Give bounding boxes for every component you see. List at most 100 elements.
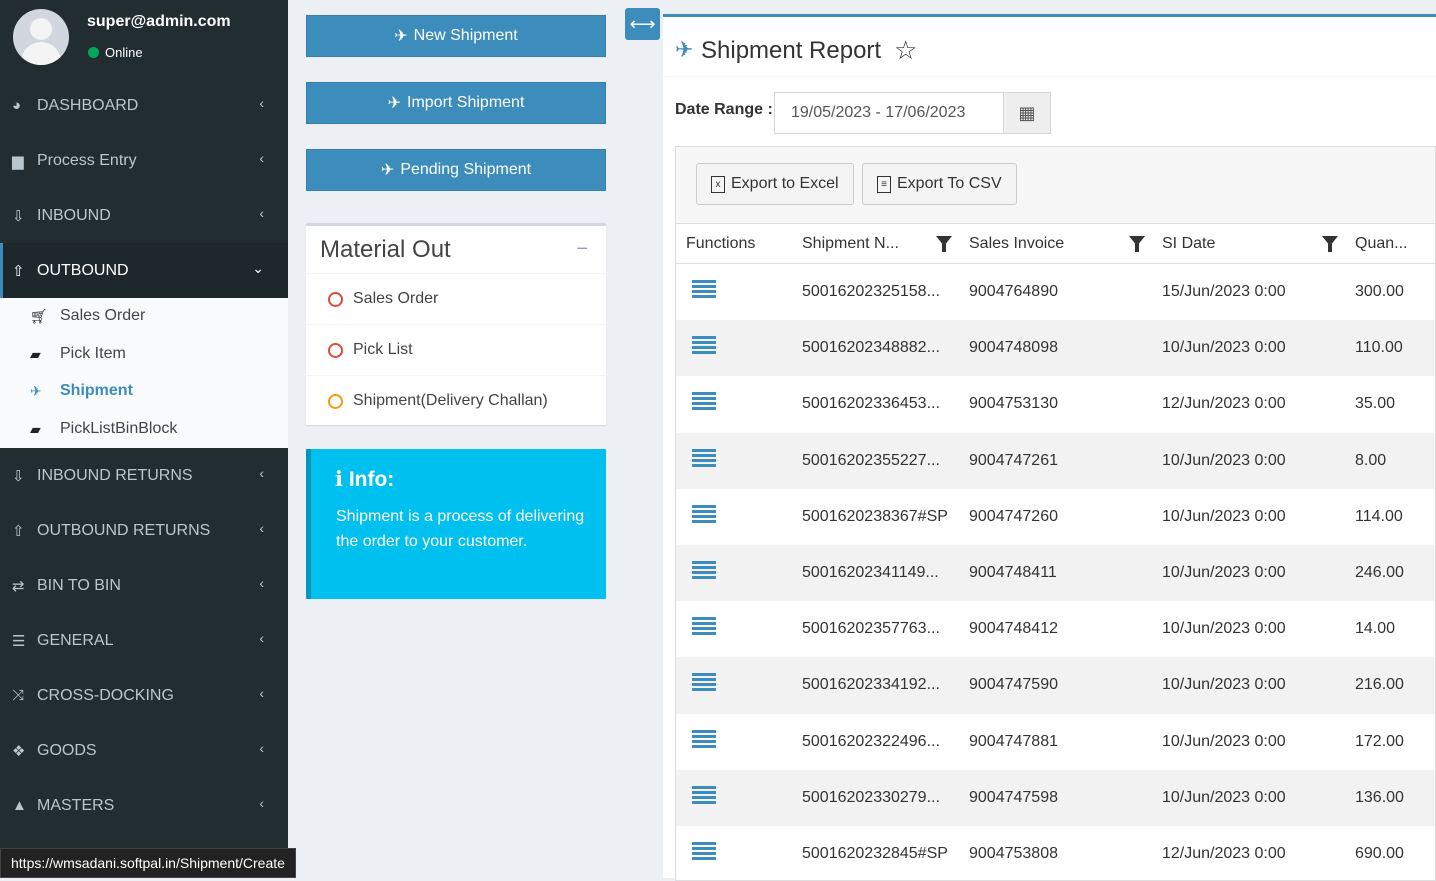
pie-chart-icon: ◕: [12, 97, 22, 114]
sidebar-item-outbound[interactable]: ⇧ OUTBOUND ⌄: [0, 243, 288, 298]
sidebar-item-inbound[interactable]: ⇩ INBOUND ‹: [0, 188, 288, 243]
cell-shipment-no: 50016202322496...: [802, 732, 940, 750]
chevron-left-icon: ‹: [259, 520, 264, 536]
new-shipment-button[interactable]: ✈ New Shipment: [306, 15, 606, 57]
table-row[interactable]: 5001620232845#SP 9004753808 12/Jun/2023 …: [676, 826, 1435, 880]
table-row[interactable]: 50016202336453... 9004753130 12/Jun/2023…: [676, 376, 1435, 432]
import-shipment-button[interactable]: ✈ Import Shipment: [306, 82, 606, 124]
info-callout: ℹ Info: Shipment is a process of deliver…: [306, 449, 606, 599]
plane-icon: ✈: [30, 382, 42, 399]
list-menu-icon[interactable]: [692, 729, 716, 750]
info-title: ℹ Info:: [335, 468, 395, 491]
info-icon: ℹ: [335, 468, 343, 491]
chevron-left-icon: ‹: [259, 740, 264, 756]
list-menu-icon[interactable]: [692, 785, 716, 806]
submenu-item-shipment[interactable]: ✈ Shipment: [30, 373, 133, 409]
sidebar-item-label: GENERAL: [37, 631, 114, 649]
link-sales-order[interactable]: Sales Order: [328, 290, 438, 308]
collapse-icon[interactable]: −: [576, 238, 588, 261]
plane-icon: ✈: [675, 37, 694, 62]
avatar[interactable]: [13, 9, 69, 65]
cell-shipment-no: 5001620238367#SP: [802, 507, 948, 525]
pending-shipment-button[interactable]: ✈ Pending Shipment: [306, 149, 606, 191]
submenu-item-sales-order[interactable]: 🛒︎ Sales Order: [30, 298, 145, 334]
list-menu-icon[interactable]: [692, 336, 716, 356]
star-icon[interactable]: ☆: [894, 35, 917, 66]
link-pick-list[interactable]: Pick List: [328, 341, 413, 359]
sidebar-item-general[interactable]: ☰ GENERAL ‹: [0, 613, 288, 668]
list-menu-icon[interactable]: [692, 617, 716, 637]
sidebar-item-inbound-returns[interactable]: ⇩ INBOUND RETURNS ‹: [0, 448, 288, 503]
sidebar-item-goods[interactable]: ❖ GOODS ‹: [0, 723, 288, 778]
import-shipment-label: Import Shipment: [407, 94, 525, 111]
chevron-left-icon: ‹: [259, 95, 264, 111]
chevron-left-icon: ‹: [259, 685, 264, 701]
list-menu-icon[interactable]: [692, 392, 716, 412]
circle-icon: [328, 342, 343, 358]
link-shipment-delivery-challan[interactable]: Shipment(Delivery Challan): [328, 392, 548, 410]
export-excel-button[interactable]: x Export to Excel: [696, 163, 854, 205]
file-text-icon: ≡: [877, 175, 891, 193]
list-menu-icon[interactable]: [692, 280, 716, 300]
download-icon: ⇩: [12, 207, 25, 225]
table-row[interactable]: 50016202341149... 9004748411 10/Jun/2023…: [676, 544, 1435, 602]
exchange-icon: ⇄: [12, 577, 25, 595]
submenu-item-pick-item[interactable]: ▰ Pick Item: [30, 336, 126, 372]
column-header-quantity[interactable]: Quan...: [1355, 235, 1407, 253]
list-menu-icon[interactable]: [692, 673, 716, 693]
cell-sales-invoice: 9004753130: [969, 395, 1058, 413]
cell-sales-invoice: 9004747590: [969, 676, 1058, 694]
list-menu-icon[interactable]: [692, 448, 716, 469]
export-csv-button[interactable]: ≡ Export To CSV: [862, 163, 1017, 205]
sidebar-item-label: INBOUND: [37, 206, 111, 224]
cell-si-date: 10/Jun/2023 0:00: [1162, 620, 1286, 638]
table-row[interactable]: 50016202348882... 9004748098 10/Jun/2023…: [676, 320, 1435, 377]
chevron-left-icon: ‹: [259, 205, 264, 221]
plane-icon: ✈: [380, 162, 395, 179]
table-row[interactable]: 50016202330279... 9004747598 10/Jun/2023…: [676, 769, 1435, 826]
list-icon: ☰: [12, 632, 26, 650]
column-header-sales-invoice[interactable]: Sales Invoice: [969, 235, 1064, 253]
cell-shipment-no: 50016202325158...: [802, 283, 940, 300]
filter-icon[interactable]: [1322, 236, 1338, 252]
table-row[interactable]: 50016202357763... 9004748412 10/Jun/2023…: [676, 601, 1435, 657]
report-header: ✈ Shipment Report ☆: [663, 17, 1436, 77]
sidebar-item-masters[interactable]: ▲ MASTERS ‹: [0, 778, 288, 833]
column-header-si-date[interactable]: SI Date: [1162, 235, 1215, 253]
link-label: Pick List: [353, 341, 413, 358]
date-range-input[interactable]: 19/05/2023 - 17/06/2023: [774, 92, 1004, 134]
online-dot-icon: [88, 47, 99, 58]
sidebar-item-process-entry[interactable]: ▆ Process Entry ‹: [0, 133, 288, 188]
cell-quantity: 110.00: [1355, 339, 1403, 357]
pending-shipment-label: Pending Shipment: [400, 161, 532, 178]
submenu-item-picklistbinblock[interactable]: ▰ PickListBinBlock: [30, 411, 177, 447]
list-menu-icon[interactable]: [692, 504, 716, 525]
cell-si-date: 12/Jun/2023 0:00: [1162, 844, 1286, 862]
cell-shipment-no: 50016202357763...: [802, 620, 940, 638]
table-row[interactable]: 50016202322496... 9004747881 10/Jun/2023…: [676, 714, 1435, 770]
filter-icon[interactable]: [1129, 236, 1145, 252]
filter-icon[interactable]: [936, 236, 952, 252]
arrows-horizontal-icon: ⟷: [629, 13, 656, 34]
cell-quantity: 690.00: [1355, 844, 1404, 862]
table-row[interactable]: 5001620238367#SP 9004747260 10/Jun/2023 …: [676, 489, 1435, 545]
list-menu-icon[interactable]: [692, 841, 716, 862]
chevron-left-icon: ‹: [259, 150, 264, 166]
list-menu-icon[interactable]: [692, 560, 716, 581]
column-header-shipment-no[interactable]: Shipment N...: [802, 235, 899, 253]
submenu-item-label: Shipment: [60, 382, 133, 399]
table-row[interactable]: 50016202334192... 9004747590 10/Jun/2023…: [676, 657, 1435, 714]
calendar-icon[interactable]: ▦: [1003, 92, 1051, 134]
sidebar-item-cross-docking[interactable]: ⤨ CROSS-DOCKING ‹: [0, 668, 288, 723]
sidebar-item-dashboard[interactable]: ◕ DASHBOARD ‹: [0, 78, 288, 133]
cell-si-date: 10/Jun/2023 0:00: [1162, 788, 1286, 806]
sidebar-item-outbound-returns[interactable]: ⇧ OUTBOUND RETURNS ‹: [0, 503, 288, 558]
cell-shipment-no: 50016202330279...: [802, 788, 940, 806]
table-row[interactable]: 50016202355227... 9004747261 10/Jun/2023…: [676, 432, 1435, 489]
sidebar-item-bin-to-bin[interactable]: ⇄ BIN TO BIN ‹: [0, 558, 288, 613]
sidebar-item-label: OUTBOUND RETURNS: [37, 521, 211, 539]
table-row[interactable]: 50016202325158... 9004764890 15/Jun/2023…: [676, 264, 1435, 320]
user-panel: super@admin.com Online: [0, 0, 288, 78]
expand-toggle-button[interactable]: ⟷: [625, 8, 660, 40]
user-email: super@admin.com: [87, 13, 231, 30]
